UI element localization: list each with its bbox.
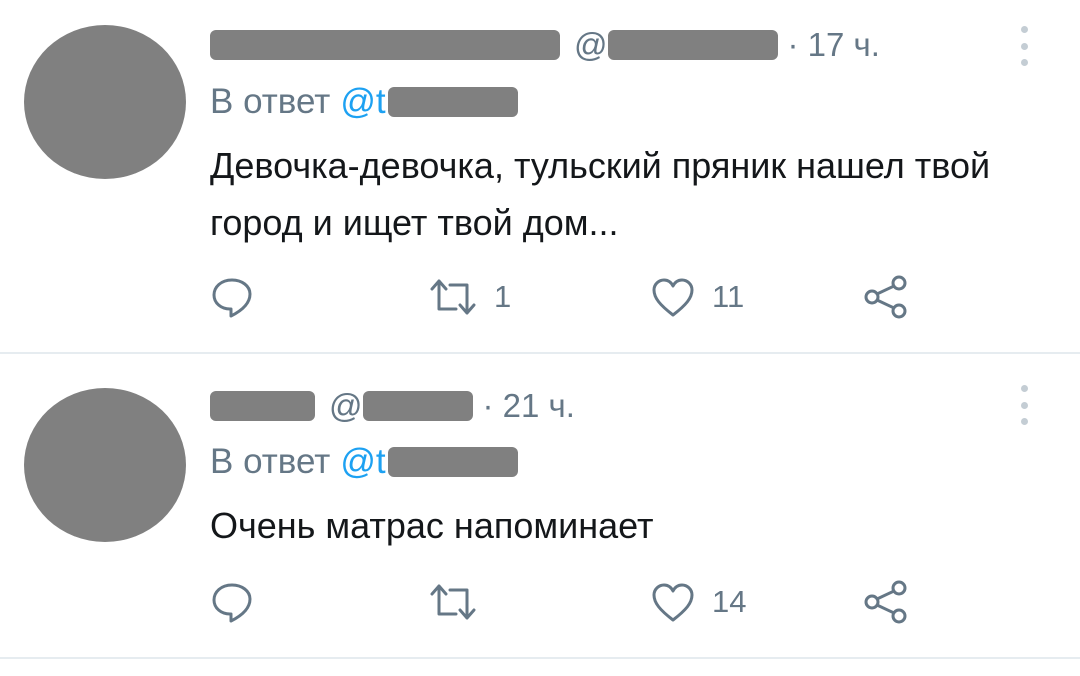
reply-button[interactable] [210, 577, 270, 627]
reply-button[interactable] [210, 272, 270, 322]
heart-icon [652, 278, 694, 317]
reply-to-line: В ответ @t [210, 440, 518, 484]
avatar[interactable] [24, 25, 186, 179]
retweet-button[interactable] [428, 577, 494, 627]
author-handle-redacted[interactable] [362, 391, 473, 421]
author-handle-redacted[interactable] [607, 30, 778, 60]
reply-icon [212, 583, 252, 623]
reply-to-label: В ответ [210, 442, 331, 481]
tweet-actions: 1 11 [210, 272, 970, 322]
reply-to-line: В ответ @t [210, 80, 518, 124]
tweet-time[interactable]: · 17 ч. [788, 26, 880, 64]
like-count: 11 [712, 279, 745, 314]
tweet-time[interactable]: · 21 ч. [483, 387, 575, 425]
retweet-count: 1 [494, 279, 512, 314]
author-name-redacted[interactable] [210, 30, 560, 60]
more-vertical-icon[interactable] [1016, 26, 1032, 66]
tweet-text: Очень матрас напоминает [210, 505, 654, 546]
author-handle-prefix: @ [329, 387, 363, 424]
tweet-header: @ · 17 ч. [210, 20, 880, 70]
like-button[interactable]: 11 [650, 272, 744, 322]
retweet-button[interactable]: 1 [428, 272, 511, 322]
share-icon [864, 580, 907, 624]
more-dot [1020, 59, 1028, 66]
heart-icon [652, 583, 694, 622]
tweet-divider [0, 657, 1080, 659]
reply-icon [212, 278, 252, 318]
more-dot [1020, 418, 1028, 425]
tweet-actions: 14 [210, 577, 970, 627]
retweet-icon [430, 279, 476, 315]
share-icon [864, 275, 907, 319]
reply-mention-redacted[interactable] [387, 87, 518, 117]
more-dot [1020, 401, 1028, 409]
reply-to-label: В ответ [210, 82, 331, 121]
more-dot [1020, 42, 1028, 50]
more-dot [1020, 26, 1028, 33]
more-vertical-icon[interactable] [1016, 385, 1032, 425]
share-button[interactable] [862, 272, 910, 322]
reply-mention[interactable]: @t [340, 82, 385, 122]
like-count: 14 [712, 584, 747, 619]
reply-mention[interactable]: @t [340, 442, 385, 482]
tweet-header: @ · 21 ч. [210, 381, 575, 431]
retweet-icon [430, 584, 476, 620]
author-name-redacted[interactable] [210, 391, 315, 421]
like-button[interactable]: 14 [650, 577, 746, 627]
share-button[interactable] [862, 577, 910, 627]
tweet[interactable]: @ · 21 ч. В ответ @t Очень матрас напоми… [0, 353, 1080, 659]
more-dot [1020, 385, 1028, 392]
reply-mention-redacted[interactable] [387, 447, 518, 477]
tweet-text: Девочка-девочка, тульский пряник нашел т… [210, 145, 991, 243]
tweet[interactable]: @ · 17 ч. В ответ @t Девочка-девочка, ту… [0, 0, 1080, 353]
author-handle-prefix: @ [574, 26, 608, 63]
avatar[interactable] [24, 388, 186, 542]
